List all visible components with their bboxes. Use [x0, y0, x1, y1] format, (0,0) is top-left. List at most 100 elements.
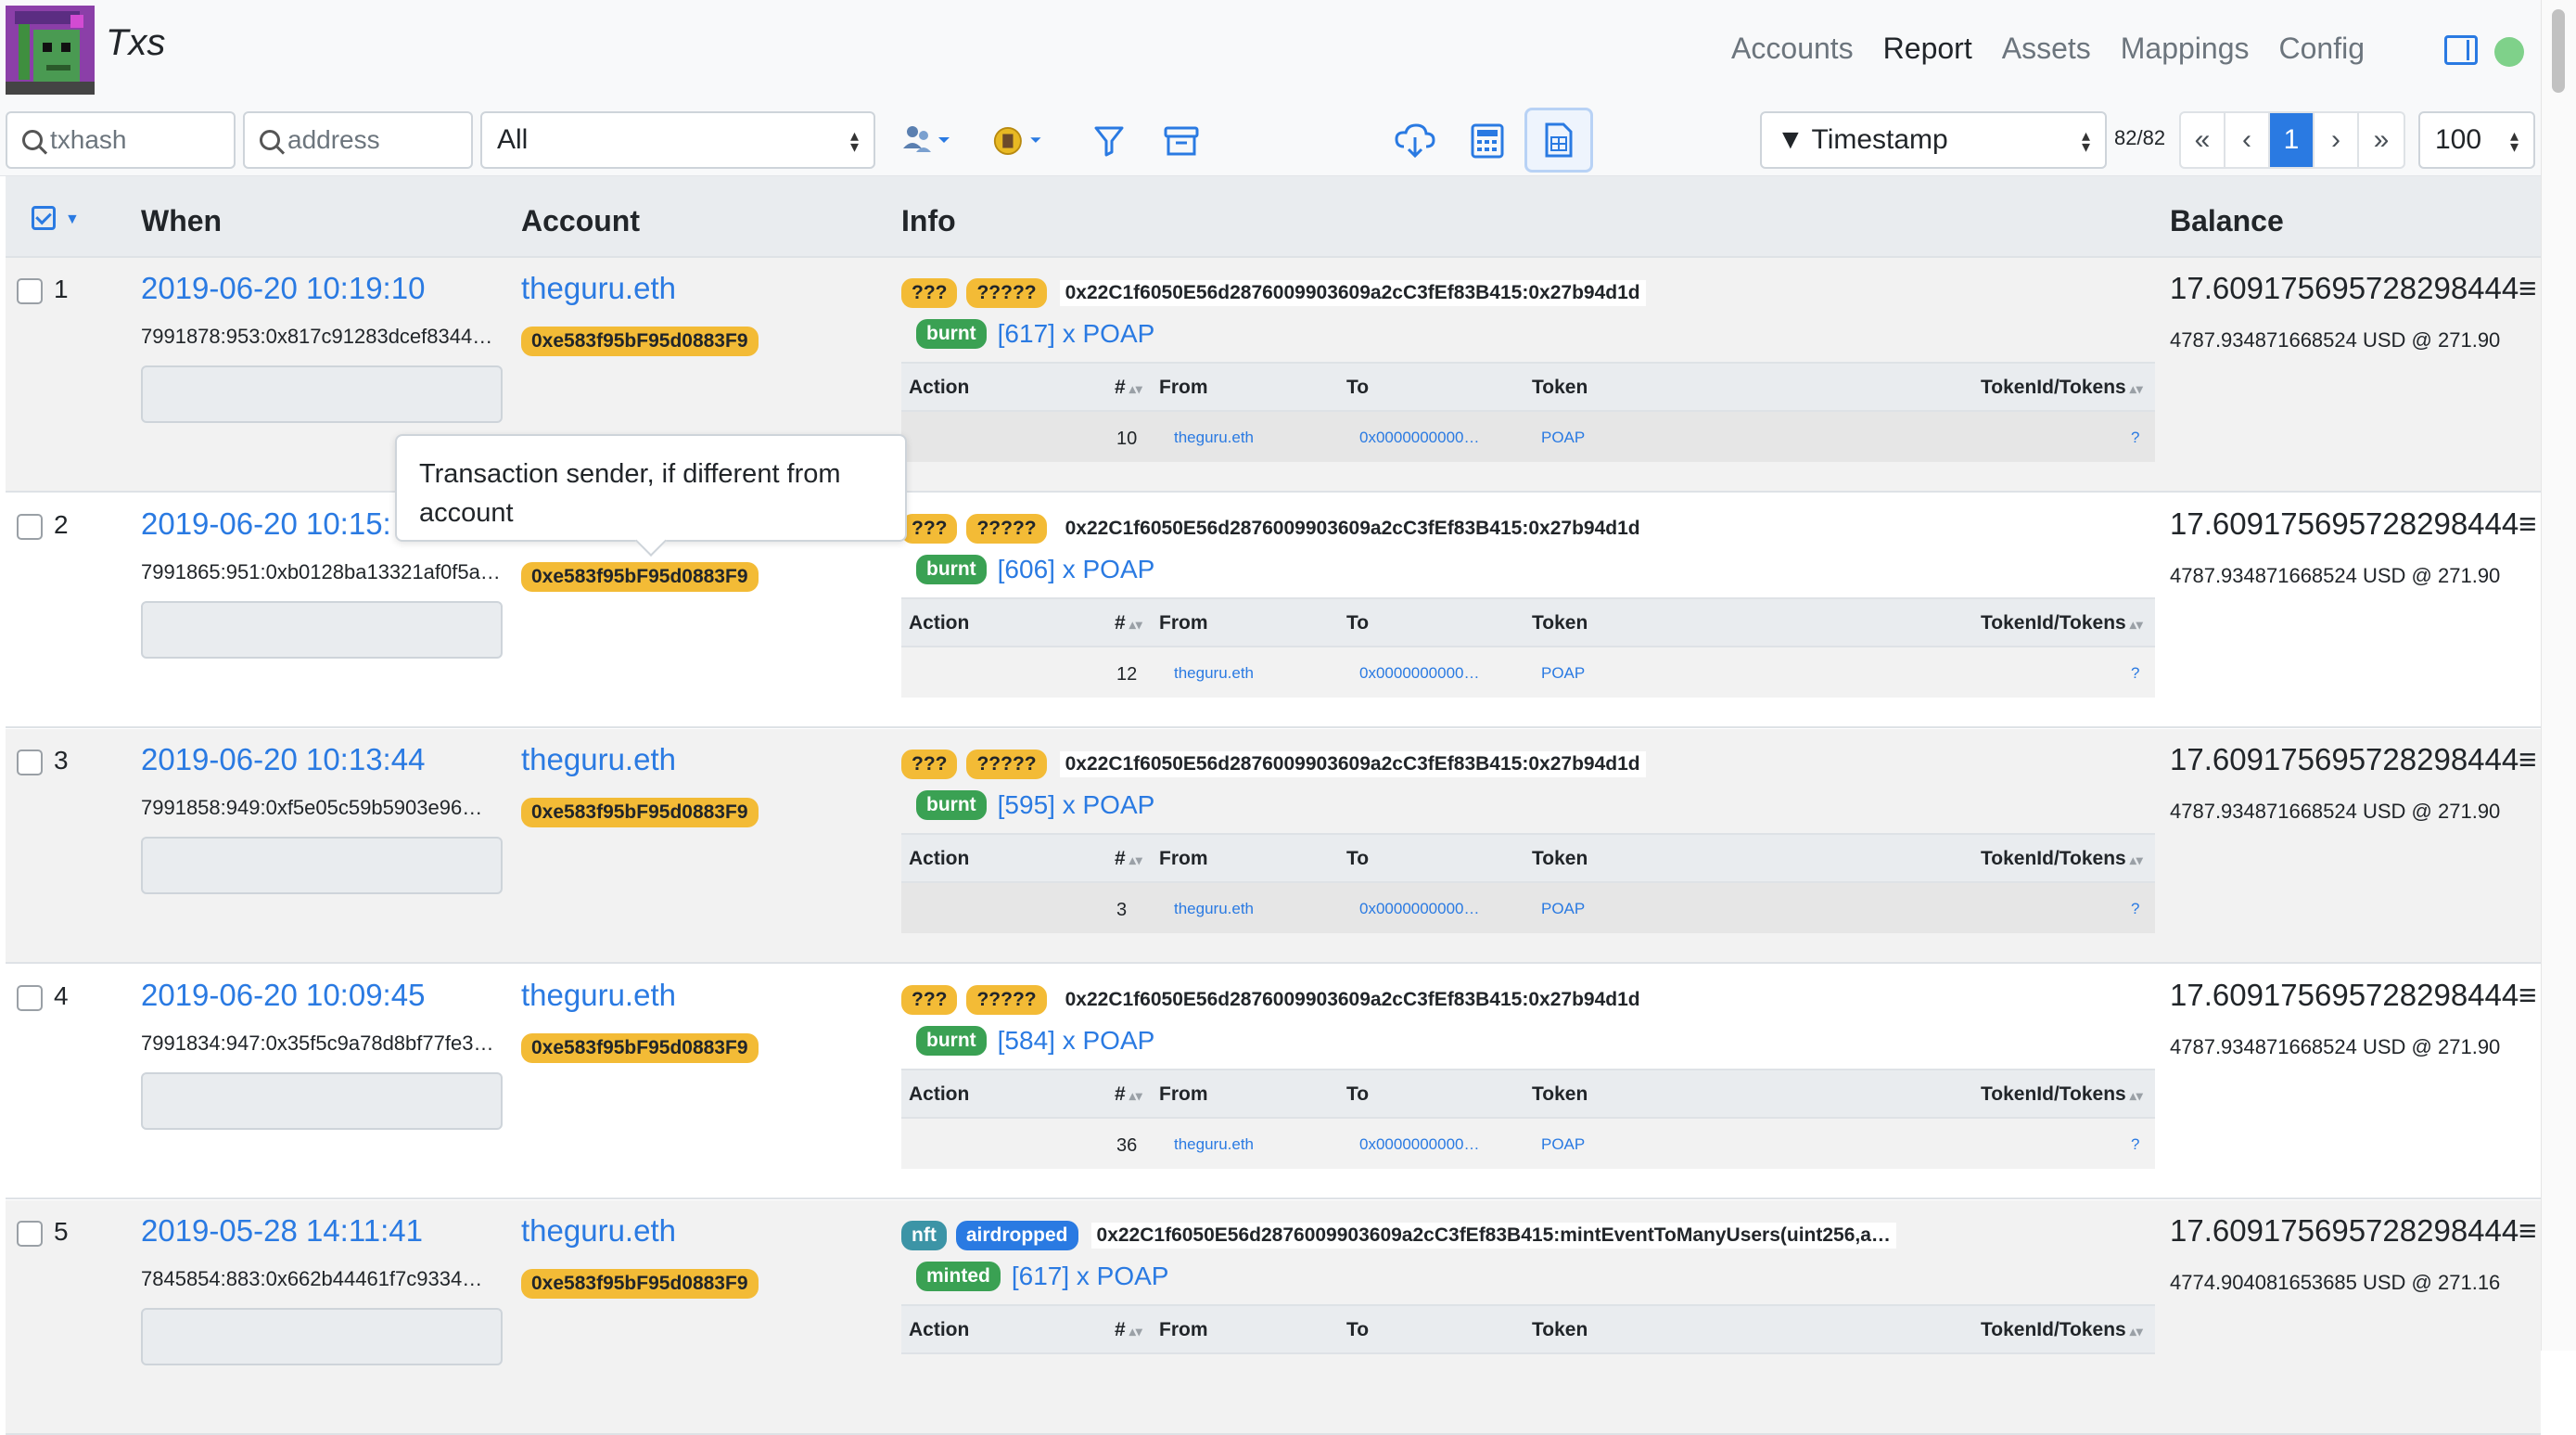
transfer-token-link[interactable]: POAP	[1541, 429, 1585, 447]
calculator-icon[interactable]	[1460, 119, 1515, 163]
sub-col-from[interactable]: From	[1159, 848, 1208, 870]
sub-col-from[interactable]: From	[1159, 1083, 1208, 1106]
row-checkbox[interactable]	[17, 514, 43, 540]
sub-col-num[interactable]: # ▴▾	[1115, 377, 1142, 399]
transfer-from-link[interactable]: theguru.eth	[1174, 664, 1254, 683]
row-checkbox[interactable]	[17, 985, 43, 1011]
transfer-summary-link[interactable]: [606] x POAP	[998, 555, 1155, 584]
transfer-to-link[interactable]: 0x0000000000…	[1359, 900, 1480, 918]
column-info[interactable]: Info	[901, 204, 956, 238]
tx-note-input[interactable]	[141, 1072, 503, 1130]
spreadsheet-icon[interactable]	[1524, 108, 1593, 173]
page-next-button[interactable]: ›	[2315, 113, 2359, 167]
address-input[interactable]: address	[243, 111, 473, 169]
page-current-button[interactable]: 1	[2270, 113, 2315, 167]
transfer-from-link[interactable]: theguru.eth	[1174, 900, 1254, 918]
sub-col-num[interactable]: # ▴▾	[1115, 848, 1142, 870]
transfer-tokenid-link[interactable]: ?	[2131, 664, 2139, 683]
column-account[interactable]: Account	[521, 204, 640, 238]
cloud-download-icon[interactable]	[1387, 119, 1443, 163]
sub-col-token[interactable]: Token	[1532, 612, 1588, 634]
transfer-to-link[interactable]: 0x0000000000…	[1359, 429, 1480, 447]
tx-timestamp-link[interactable]: 2019-06-20 10:09:45	[141, 978, 425, 1013]
transfer-from-link[interactable]: theguru.eth	[1174, 429, 1254, 447]
app-logo[interactable]	[6, 6, 95, 95]
transfer-from-link[interactable]: theguru.eth	[1174, 1135, 1254, 1154]
transfer-tokenid-link[interactable]: ?	[2131, 900, 2139, 918]
scrollbar-thumb[interactable]	[2552, 9, 2565, 93]
sender-badge[interactable]: 0xe583f95bF95d0883F9	[521, 562, 759, 592]
transfer-tokenid-link[interactable]: ?	[2131, 1135, 2139, 1154]
page-prev-button[interactable]: ‹	[2225, 113, 2270, 167]
nav-config[interactable]: Config	[2279, 32, 2366, 66]
tx-note-input[interactable]	[141, 365, 503, 423]
tx-timestamp-link[interactable]: 2019-05-28 14:11:41	[141, 1213, 423, 1249]
select-menu-caret-icon[interactable]: ▼	[65, 211, 80, 228]
sender-badge[interactable]: 0xe583f95bF95d0883F9	[521, 1033, 759, 1063]
transfer-summary-link[interactable]: [584] x POAP	[998, 1026, 1155, 1056]
sub-col-from[interactable]: From	[1159, 1319, 1208, 1341]
transfer-summary-link[interactable]: [617] x POAP	[998, 319, 1155, 349]
nav-accounts[interactable]: Accounts	[1731, 32, 1854, 66]
transfer-to-link[interactable]: 0x0000000000…	[1359, 1135, 1480, 1154]
sub-col-token[interactable]: Token	[1532, 1319, 1588, 1341]
sub-col-action[interactable]: Action	[909, 377, 969, 399]
account-link[interactable]: theguru.eth	[521, 742, 676, 777]
page-size-select[interactable]: 100 ▴ ▾	[2418, 111, 2535, 169]
coin-filter-icon[interactable]	[992, 119, 1048, 163]
page-last-button[interactable]: »	[2359, 113, 2404, 167]
sub-col-num[interactable]: # ▴▾	[1115, 1083, 1142, 1106]
sub-col-num[interactable]: # ▴▾	[1115, 612, 1142, 634]
sub-col-tokenid[interactable]: TokenId/Tokens ▴▾	[1981, 848, 2143, 870]
account-link[interactable]: theguru.eth	[521, 1213, 676, 1249]
tx-timestamp-link[interactable]: 2019-06-20 10:15:	[141, 506, 391, 542]
sub-col-from[interactable]: From	[1159, 377, 1208, 399]
sub-col-tokenid[interactable]: TokenId/Tokens ▴▾	[1981, 1319, 2143, 1341]
tx-note-input[interactable]	[141, 601, 503, 659]
select-all-checkbox[interactable]	[32, 206, 56, 230]
sub-col-action[interactable]: Action	[909, 848, 969, 870]
sub-col-to[interactable]: To	[1346, 1083, 1369, 1106]
archive-icon[interactable]	[1154, 119, 1209, 163]
sub-col-token[interactable]: Token	[1532, 848, 1588, 870]
sort-select[interactable]: ▼ Timestamp ▴ ▾	[1760, 111, 2107, 169]
tx-timestamp-link[interactable]: 2019-06-20 10:13:44	[141, 742, 425, 777]
sub-col-token[interactable]: Token	[1532, 1083, 1588, 1106]
column-when[interactable]: When	[141, 204, 222, 238]
sub-col-tokenid[interactable]: TokenId/Tokens ▴▾	[1981, 612, 2143, 634]
type-filter-select[interactable]: All ▴ ▾	[480, 111, 875, 169]
account-link[interactable]: theguru.eth	[521, 271, 676, 306]
sidebar-toggle-icon[interactable]	[2444, 35, 2478, 65]
sub-col-tokenid[interactable]: TokenId/Tokens ▴▾	[1981, 377, 2143, 399]
tx-note-input[interactable]	[141, 1308, 503, 1365]
txhash-input[interactable]: txhash	[6, 111, 236, 169]
account-link[interactable]: theguru.eth	[521, 978, 676, 1013]
transfer-token-link[interactable]: POAP	[1541, 1135, 1585, 1154]
scrollbar-track[interactable]	[2541, 0, 2576, 1351]
users-filter-icon[interactable]	[899, 119, 955, 163]
transfer-token-link[interactable]: POAP	[1541, 900, 1585, 918]
transfer-to-link[interactable]: 0x0000000000…	[1359, 664, 1480, 683]
sub-col-tokenid[interactable]: TokenId/Tokens ▴▾	[1981, 1083, 2143, 1106]
tx-timestamp-link[interactable]: 2019-06-20 10:19:10	[141, 271, 425, 306]
row-checkbox[interactable]	[17, 750, 43, 775]
sub-col-to[interactable]: To	[1346, 377, 1369, 399]
sub-col-action[interactable]: Action	[909, 612, 969, 634]
sender-badge[interactable]: 0xe583f95bF95d0883F9	[521, 1269, 759, 1299]
funnel-icon[interactable]	[1081, 119, 1137, 163]
transfer-token-link[interactable]: POAP	[1541, 664, 1585, 683]
tx-note-input[interactable]	[141, 837, 503, 894]
page-first-button[interactable]: «	[2181, 113, 2225, 167]
sender-badge[interactable]: 0xe583f95bF95d0883F9	[521, 327, 759, 356]
sub-col-action[interactable]: Action	[909, 1083, 969, 1106]
nav-mappings[interactable]: Mappings	[2121, 32, 2250, 66]
sender-badge[interactable]: 0xe583f95bF95d0883F9	[521, 798, 759, 827]
sub-col-to[interactable]: To	[1346, 612, 1369, 634]
nav-assets[interactable]: Assets	[2002, 32, 2091, 66]
row-checkbox[interactable]	[17, 278, 43, 304]
transfer-summary-link[interactable]: [617] x POAP	[1012, 1262, 1169, 1291]
sub-col-token[interactable]: Token	[1532, 377, 1588, 399]
transfer-summary-link[interactable]: [595] x POAP	[998, 790, 1155, 820]
sub-col-from[interactable]: From	[1159, 612, 1208, 634]
sub-col-to[interactable]: To	[1346, 1319, 1369, 1341]
